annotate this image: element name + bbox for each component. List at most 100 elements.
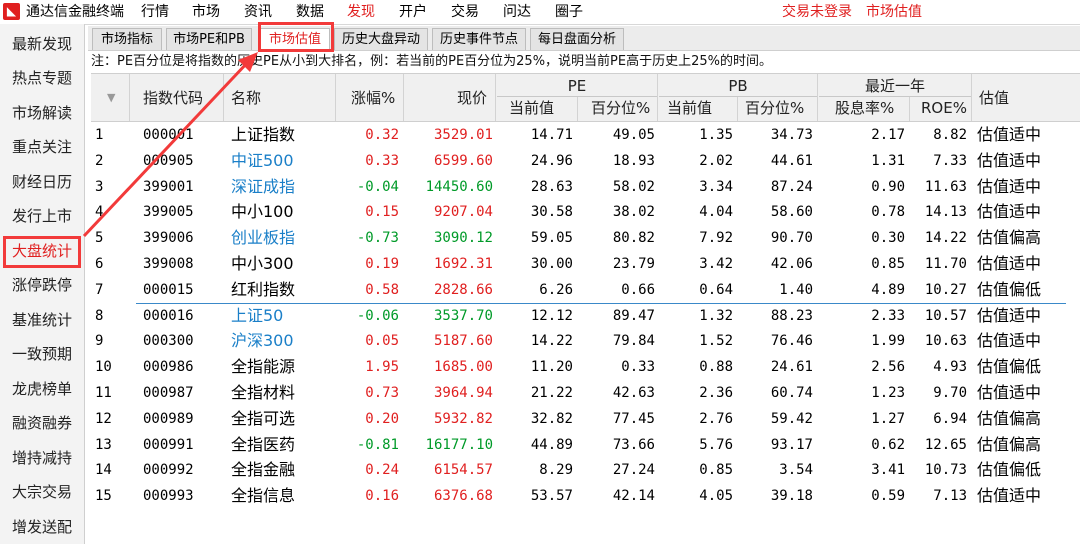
header-roe[interactable]: ROE%: [921, 98, 967, 118]
header-pb-pct[interactable]: 百分位%: [745, 98, 804, 118]
market-valuation-status[interactable]: 市场估值: [866, 3, 922, 21]
sidebar-item-block-trade[interactable]: 大宗交易: [0, 477, 84, 507]
pe-current: 30.58: [530, 204, 573, 221]
pe-percentile: 23.79: [612, 256, 655, 272]
change-pct: 0.05: [365, 333, 399, 350]
table-row[interactable]: 7 000015 红利指数 0.58 2828.66 6.26 0.66 0.64 1.40 4.…: [91, 277, 1080, 303]
login-status[interactable]: 交易未登录: [782, 3, 852, 21]
pb-percentile: 42.06: [770, 256, 813, 272]
index-name[interactable]: 全指医药: [231, 432, 331, 458]
roe: 8.82: [933, 127, 967, 143]
current-price: 3090.12: [433, 230, 493, 247]
pb-current: 3.34: [699, 178, 733, 195]
change-pct: -0.73: [356, 230, 399, 247]
sidebar-item-calendar[interactable]: 财经日历: [0, 167, 84, 197]
sidebar-item-hot-topics[interactable]: 热点专题: [0, 63, 84, 93]
table-row[interactable]: 11 000987 全指材料 0.73 3964.94 21.22 42.63 2.36 60.…: [91, 380, 1080, 406]
sidebar-item-margin[interactable]: 融资融券: [0, 408, 84, 438]
sidebar-item-holdings-change[interactable]: 增持减持: [0, 443, 84, 473]
current-price: 6376.68: [433, 488, 493, 505]
menu-zixun[interactable]: 资讯: [244, 3, 272, 21]
pb-percentile: 60.74: [770, 385, 813, 401]
tab-daily-analysis[interactable]: 每日盘面分析: [530, 28, 624, 50]
pe-percentile: 0.33: [621, 359, 655, 376]
current-price: 3529.01: [433, 127, 493, 143]
index-name[interactable]: 中小300: [231, 251, 331, 277]
table-row[interactable]: 13 000991 全指医药 -0.81 16177.10 44.89 73.66 5.76 9…: [91, 432, 1080, 458]
row-number: 6: [95, 256, 104, 272]
pb-percentile: 59.42: [770, 410, 813, 427]
table-row[interactable]: 10 000986 全指能源 1.95 1685.00 11.20 0.33 0.88 24.6…: [91, 354, 1080, 380]
sidebar-item-market-analysis[interactable]: 市场解读: [0, 98, 84, 128]
tab-history-events[interactable]: 历史事件节点: [432, 28, 526, 50]
sidebar-item-benchmark[interactable]: 基准统计: [0, 305, 84, 335]
change-pct: 0.19: [365, 256, 399, 272]
tab-history-moves[interactable]: 历史大盘异动: [334, 28, 428, 50]
table-row[interactable]: 8 000016 上证50 -0.06 3537.70 12.12 89.47 1.32 88.…: [91, 302, 1080, 329]
menu-shuju[interactable]: 数据: [296, 3, 324, 21]
pb-current: 4.05: [699, 488, 733, 505]
menu-wenda[interactable]: 问达: [503, 3, 531, 21]
sidebar-item-ipo[interactable]: 发行上市: [0, 201, 84, 231]
index-code: 000300: [143, 333, 194, 350]
index-code: 000989: [143, 410, 194, 427]
menu-kaihu[interactable]: 开户: [399, 3, 427, 21]
index-name[interactable]: 沪深300: [231, 328, 331, 354]
dividend-yield: 2.17: [871, 127, 905, 143]
dividend-yield: 1.99: [871, 333, 905, 350]
header-pb-current[interactable]: 当前值: [667, 98, 712, 118]
menu-shichang[interactable]: 市场: [192, 3, 220, 21]
table-row[interactable]: 15 000993 全指信息 0.16 6376.68 53.57 42.14 4.05 39.…: [91, 483, 1080, 509]
index-name[interactable]: 上证50: [231, 303, 331, 329]
header-dividend[interactable]: 股息率%: [835, 98, 894, 118]
index-name[interactable]: 全指金融: [231, 457, 331, 483]
table-row[interactable]: 12 000989 全指可选 0.20 5932.82 32.82 77.45 2.76 59.…: [91, 406, 1080, 432]
index-name[interactable]: 全指可选: [231, 406, 331, 432]
menu-faxian[interactable]: 发现: [347, 3, 375, 21]
index-code: 000993: [143, 488, 194, 505]
row-number: 15: [95, 488, 112, 505]
row-number: 9: [95, 333, 104, 350]
sidebar-item-dragon-tiger[interactable]: 龙虎榜单: [0, 374, 84, 404]
menu-hangqing[interactable]: 行情: [141, 3, 169, 21]
pe-percentile: 42.14: [612, 488, 655, 505]
pb-percentile: 39.18: [770, 488, 813, 505]
valuation-label: 估值偏高: [977, 408, 1042, 428]
pb-percentile: 24.61: [770, 359, 813, 376]
index-name[interactable]: 红利指数: [231, 277, 331, 303]
table-row[interactable]: 14 000992 全指金融 0.24 6154.57 8.29 27.24 0.85 3.54…: [91, 457, 1080, 483]
table-row[interactable]: 9 000300 沪深300 0.05 5187.60 14.22 79.84 1.52 76.…: [91, 328, 1080, 354]
menu-quanzi[interactable]: 圈子: [555, 3, 583, 21]
menu-jiaoyi[interactable]: 交易: [451, 3, 479, 21]
pe-percentile: 77.45: [612, 410, 655, 427]
valuation-label: 估值适中: [977, 202, 1042, 222]
index-name[interactable]: 全指材料: [231, 380, 331, 406]
index-name[interactable]: 全指能源: [231, 354, 331, 380]
roe: 12.65: [924, 436, 967, 453]
table-row[interactable]: 6 399008 中小300 0.19 1692.31 30.00 23.79 3.42 42.…: [91, 251, 1080, 277]
header-pe-current[interactable]: 当前值: [509, 98, 554, 118]
row-number: 13: [95, 436, 112, 453]
valuation-label: 估值适中: [977, 150, 1042, 170]
index-name[interactable]: 全指信息: [231, 483, 331, 509]
header-change[interactable]: 涨幅%: [351, 88, 395, 108]
sidebar-item-consensus[interactable]: 一致预期: [0, 339, 84, 369]
pb-current: 2.36: [699, 385, 733, 401]
valuation-label: 估值偏低: [977, 279, 1042, 299]
roe: 10.27: [924, 281, 967, 298]
header-pe-group: PE: [497, 76, 657, 97]
roe: 4.93: [933, 359, 967, 376]
pe-current: 53.57: [530, 488, 573, 505]
current-price: 1685.00: [433, 359, 493, 376]
change-pct: 0.20: [365, 410, 399, 427]
header-valuation[interactable]: 估值: [979, 88, 1009, 108]
sidebar-item-latest[interactable]: 最新发现: [0, 29, 84, 59]
header-price[interactable]: 现价: [457, 88, 487, 108]
header-pe-pct[interactable]: 百分位%: [591, 98, 650, 118]
sidebar-item-key-focus[interactable]: 重点关注: [0, 132, 84, 162]
valuation-label: 估值适中: [977, 331, 1042, 351]
roe: 9.70: [933, 385, 967, 401]
pb-percentile: 90.70: [770, 230, 813, 247]
sidebar-item-limit[interactable]: 涨停跌停: [0, 270, 84, 300]
sidebar-item-placement[interactable]: 增发送配: [0, 512, 84, 542]
